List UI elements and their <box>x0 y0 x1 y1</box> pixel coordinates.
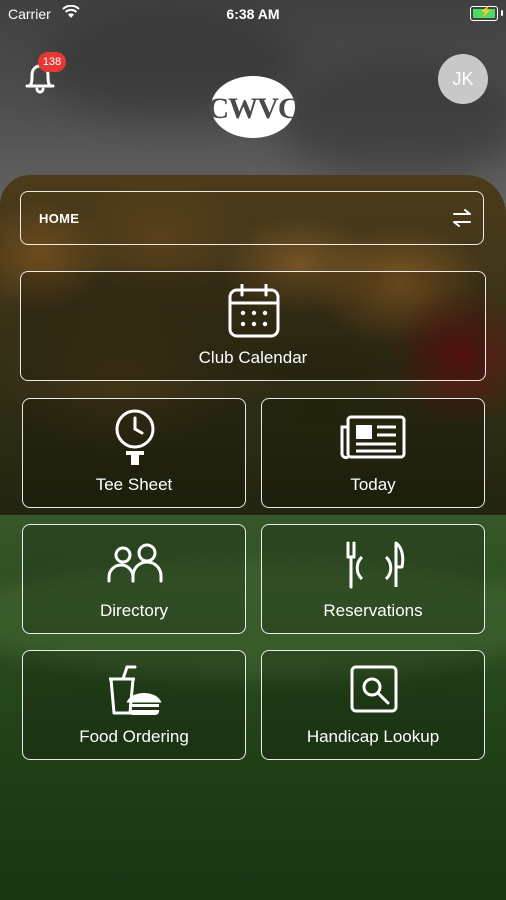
dining-icon <box>346 541 405 589</box>
people-icon <box>107 543 163 583</box>
location-selector[interactable]: HOME <box>20 191 484 245</box>
tile-today[interactable]: Today <box>261 398 485 508</box>
swap-arrows-icon <box>453 209 471 227</box>
status-bar: Carrier 6:38 AM ⚡ <box>0 0 506 28</box>
selector-label: HOME <box>39 211 80 226</box>
tile-label: Tee Sheet <box>95 475 173 494</box>
tile-directory[interactable]: Directory <box>22 524 246 634</box>
tile-label: Reservations <box>323 601 423 620</box>
tile-handicap-lookup[interactable]: Handicap Lookup <box>261 650 485 760</box>
battery-icon: ⚡ <box>470 6 498 21</box>
newspaper-icon <box>340 415 406 460</box>
tile-label: Food Ordering <box>79 727 189 746</box>
tile-tee-sheet[interactable]: Tee Sheet <box>22 398 246 508</box>
tile-label: Club Calendar <box>198 348 308 367</box>
svg-text:CWVC: CWVC <box>208 92 298 125</box>
avatar[interactable]: JK <box>438 54 488 104</box>
tile-club-calendar[interactable]: Club Calendar <box>20 271 486 381</box>
tile-reservations[interactable]: Reservations <box>261 524 485 634</box>
tile-label: Today <box>350 475 396 494</box>
club-logo: CWVC <box>0 74 506 145</box>
tile-food-ordering[interactable]: Food Ordering <box>22 650 246 760</box>
tile-label: Directory <box>99 601 168 620</box>
notification-badge: 138 <box>38 52 66 72</box>
clock: 6:38 AM <box>226 6 280 22</box>
clock-tee-icon <box>115 409 155 465</box>
calendar-icon <box>228 284 280 338</box>
search-document-icon <box>350 665 398 713</box>
tile-label: Handicap Lookup <box>306 727 440 746</box>
food-drink-icon <box>109 665 162 716</box>
